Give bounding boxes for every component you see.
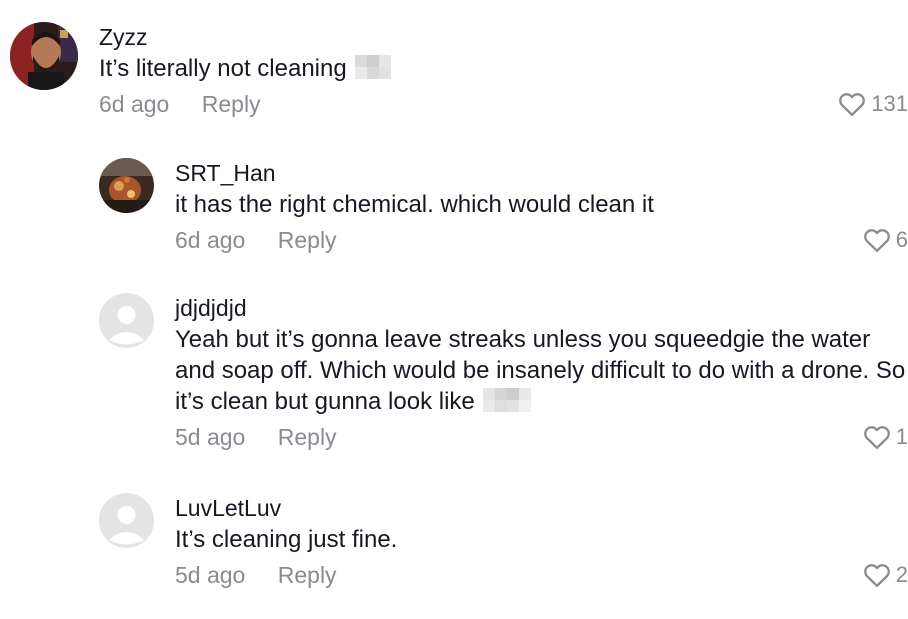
comment-meta: 6d ago Reply 131 (99, 88, 908, 120)
comment-meta: 6d ago Reply 6 (175, 224, 908, 256)
user-photo-icon (10, 22, 78, 90)
comment-meta: 5d ago Reply 2 (175, 559, 908, 591)
comment-username[interactable]: SRT_Han (175, 158, 908, 188)
comment-timestamp: 6d ago (99, 91, 170, 117)
like-count: 6 (895, 227, 908, 252)
comment-meta: 5d ago Reply 1 (175, 421, 908, 453)
heart-outline-icon (863, 426, 890, 450)
avatar[interactable] (99, 493, 154, 548)
comment-item: Zyzz It’s literally not cleaning 6d ago … (0, 22, 908, 132)
comment-timestamp: 6d ago (175, 227, 246, 253)
like-count: 1 (895, 424, 908, 449)
avatar[interactable] (99, 158, 154, 213)
comment-text: It’s literally not cleaning (99, 53, 908, 84)
like-count: 131 (871, 91, 908, 116)
heart-outline-icon (839, 93, 866, 117)
comment-item: LuvLetLuv It’s cleaning just fine. 5d ag… (0, 493, 908, 603)
default-user-avatar-icon (99, 293, 154, 348)
comment-timestamp: 5d ago (175, 562, 246, 588)
like-button[interactable]: 2 (863, 559, 908, 591)
comment-username[interactable]: LuvLetLuv (175, 493, 908, 523)
reply-button[interactable]: Reply (278, 559, 337, 591)
comment-text: it has the right chemical. which would c… (175, 191, 654, 218)
heart-outline-icon (863, 229, 890, 253)
reply-button[interactable]: Reply (278, 224, 337, 256)
comment-item: jdjdjdjd Yeah but it’s gonna leave strea… (0, 293, 908, 468)
comment-text: Yeah but it’s gonna leave streaks unless… (175, 326, 906, 415)
comment-text: It’s cleaning just fine. (175, 526, 398, 553)
like-button[interactable]: 6 (863, 224, 908, 256)
comment-item: SRT_Han it has the right chemical. which… (0, 158, 908, 268)
default-user-avatar-icon (99, 493, 154, 548)
comment-username[interactable]: Zyzz (99, 22, 908, 52)
reply-button[interactable]: Reply (278, 421, 337, 453)
comment-timestamp: 5d ago (175, 424, 246, 450)
avatar[interactable] (10, 22, 78, 90)
user-photo-icon (99, 158, 154, 213)
like-button[interactable]: 1 (863, 421, 908, 453)
comments-panel: Zyzz It’s literally not cleaning 6d ago … (0, 0, 908, 619)
pixelated-sticker-icon (482, 388, 531, 412)
pixelated-sticker-icon (354, 55, 391, 79)
like-button[interactable]: 131 (838, 88, 908, 120)
like-count: 2 (895, 562, 908, 587)
avatar[interactable] (99, 293, 154, 348)
comment-username[interactable]: jdjdjdjd (175, 293, 908, 323)
heart-outline-icon (863, 564, 890, 588)
reply-button[interactable]: Reply (202, 88, 261, 120)
